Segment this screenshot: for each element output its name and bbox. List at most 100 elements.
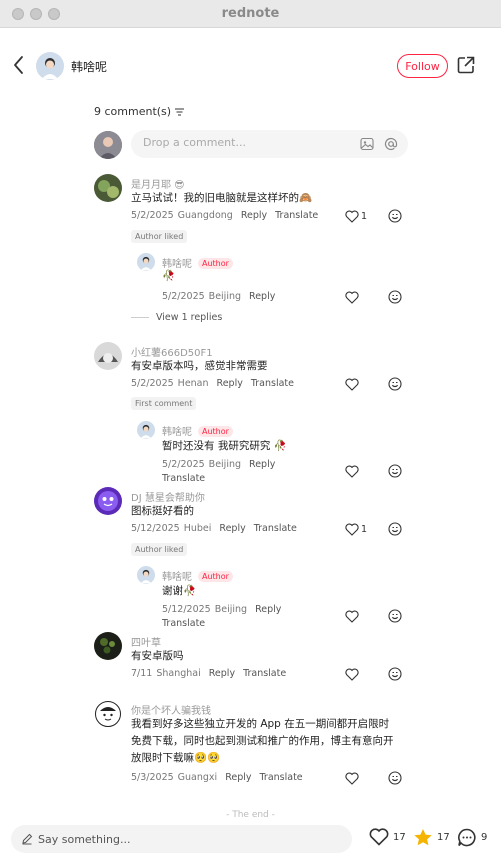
comment-input[interactable] — [143, 136, 343, 149]
reply-button[interactable]: Reply — [255, 604, 281, 615]
translate-button[interactable]: Translate — [260, 772, 303, 783]
reply-date: 5/2/2025 — [162, 459, 205, 470]
comment-location: Henan — [177, 378, 209, 389]
comment-text-line-1: 我看到好多这些独立开发的 App 在五一期间都开启限时 — [131, 718, 390, 730]
comment-meta: 5/2/2025 Guangdong Reply Translate — [131, 210, 326, 221]
reply-button[interactable]: Reply — [217, 378, 243, 389]
like-heart-icon[interactable] — [345, 378, 359, 391]
reply-location: Beijing — [208, 459, 242, 470]
reply-author-name: 韩啥呢 Author — [162, 568, 233, 583]
reply-button[interactable]: Reply — [225, 772, 251, 783]
reply-button[interactable]: Reply — [209, 668, 235, 679]
note-header: 韩啥呢 Follow — [0, 28, 501, 104]
reply-date: 5/2/2025 — [162, 291, 205, 302]
like-note-count: 17 — [393, 831, 406, 843]
comment-date: 5/3/2025 — [131, 772, 174, 783]
like-count: 1 — [361, 524, 368, 535]
reply-name[interactable]: 韩啥呢 — [162, 427, 192, 438]
translate-button[interactable]: Translate — [162, 473, 205, 484]
reply-meta: 5/12/2025 Beijing Reply — [162, 604, 289, 615]
say-something-input[interactable]: Say something... — [11, 825, 352, 853]
reply-location: Beijing — [208, 291, 242, 302]
commenter-name[interactable]: 四叶草 — [131, 634, 161, 649]
emoji-reaction-icon[interactable] — [388, 464, 402, 478]
comment-text-line-2: 免费下载，同时也起到测试和推广的作用，博主有意向开 — [131, 735, 394, 747]
commenter-avatar[interactable] — [94, 342, 122, 370]
reply-button[interactable]: Reply — [249, 459, 275, 470]
comment-bubble-icon — [458, 828, 476, 847]
view-replies-divider — [131, 317, 149, 318]
title-bar: rednote — [0, 0, 501, 28]
reply-text: 谢谢🥀 — [162, 585, 197, 597]
view-replies-label: View 1 replies — [156, 312, 223, 323]
commenter-name[interactable]: DJ 慧星会帮助你 — [131, 489, 205, 504]
comment-count[interactable]: 9 comment(s) — [94, 105, 185, 118]
comment-location: Guangdong — [177, 210, 233, 221]
reply-button[interactable]: Reply — [249, 291, 275, 302]
heart-icon — [369, 828, 389, 846]
like-heart-icon[interactable] — [345, 523, 359, 536]
emoji-reaction-icon[interactable] — [388, 771, 402, 785]
window-title: rednote — [221, 6, 280, 21]
author-avatar[interactable] — [36, 52, 64, 80]
author-badge: Author — [198, 426, 233, 437]
emoji-reaction-icon[interactable] — [388, 377, 402, 391]
translate-button[interactable]: Translate — [243, 668, 286, 679]
reply-avatar[interactable] — [137, 566, 155, 584]
comment-note-button[interactable]: 9 — [457, 828, 487, 847]
commenter-name[interactable]: 你是个坏人骗我钱 — [131, 702, 211, 717]
comment-date: 5/2/2025 — [131, 210, 174, 221]
emoji-reaction-icon[interactable] — [388, 290, 402, 304]
commenter-avatar[interactable] — [94, 487, 122, 515]
comment-note-count: 9 — [481, 832, 488, 843]
translate-button[interactable]: Translate — [275, 210, 318, 221]
like-heart-icon[interactable] — [345, 210, 359, 223]
emoji-reaction-icon[interactable] — [388, 209, 402, 223]
commenter-avatar[interactable] — [94, 632, 122, 660]
commenter-avatar[interactable] — [94, 700, 122, 728]
like-note-button[interactable]: 17 — [369, 828, 406, 846]
reply-meta-translate: Translate — [162, 618, 213, 629]
reply-author-name: 韩啥呢 Author — [162, 423, 233, 438]
comment-date: 5/2/2025 — [131, 378, 174, 389]
comment-meta: 5/2/2025 Henan Reply Translate — [131, 378, 302, 389]
view-replies-button[interactable]: View 1 replies — [131, 312, 222, 323]
emoji-reaction-icon[interactable] — [388, 667, 402, 681]
share-icon[interactable] — [456, 55, 476, 75]
reply-avatar[interactable] — [137, 421, 155, 439]
reply-meta-translate: Translate — [162, 473, 213, 484]
emoji-reaction-icon[interactable] — [388, 609, 402, 623]
commenter-name[interactable]: 是月月耶 😎 — [131, 176, 185, 191]
reply-meta: 5/2/2025 Beijing Reply — [162, 291, 283, 302]
commenter-avatar[interactable] — [94, 174, 122, 202]
reply-avatar[interactable] — [137, 253, 155, 271]
translate-button[interactable]: Translate — [254, 523, 297, 534]
back-arrow-icon[interactable] — [10, 54, 28, 76]
like-heart-icon[interactable] — [345, 291, 359, 304]
emoji-reaction-icon[interactable] — [388, 522, 402, 536]
like-heart-icon[interactable] — [345, 668, 359, 681]
reply-button[interactable]: Reply — [241, 210, 267, 221]
comment-input-box[interactable] — [131, 130, 408, 158]
comment-text: 有安卓版本吗，感觉非常需要 — [131, 360, 268, 372]
comment-location: Guangxi — [177, 772, 218, 783]
first-comment-badge: First comment — [131, 397, 197, 410]
current-user-avatar — [94, 131, 122, 159]
like-heart-icon[interactable] — [345, 465, 359, 478]
sort-icon[interactable] — [175, 108, 185, 116]
translate-button[interactable]: Translate — [251, 378, 294, 389]
like-heart-icon[interactable] — [345, 772, 359, 785]
translate-button[interactable]: Translate — [162, 618, 205, 629]
reply-button[interactable]: Reply — [219, 523, 245, 534]
comment-text: 图标挺好看的 — [131, 505, 194, 517]
like-heart-icon[interactable] — [345, 610, 359, 623]
author-name[interactable]: 韩啥呢 — [71, 58, 107, 75]
collect-note-count: 17 — [437, 832, 450, 843]
end-of-comments: - The end - — [226, 810, 275, 820]
collect-note-button[interactable]: 17 — [413, 828, 450, 847]
reply-name[interactable]: 韩啥呢 — [162, 572, 192, 583]
image-icon[interactable] — [360, 137, 374, 151]
mention-icon[interactable] — [384, 137, 398, 151]
commenter-name[interactable]: 小红薯666D50F1 — [131, 344, 213, 359]
follow-button[interactable]: Follow — [397, 54, 448, 78]
